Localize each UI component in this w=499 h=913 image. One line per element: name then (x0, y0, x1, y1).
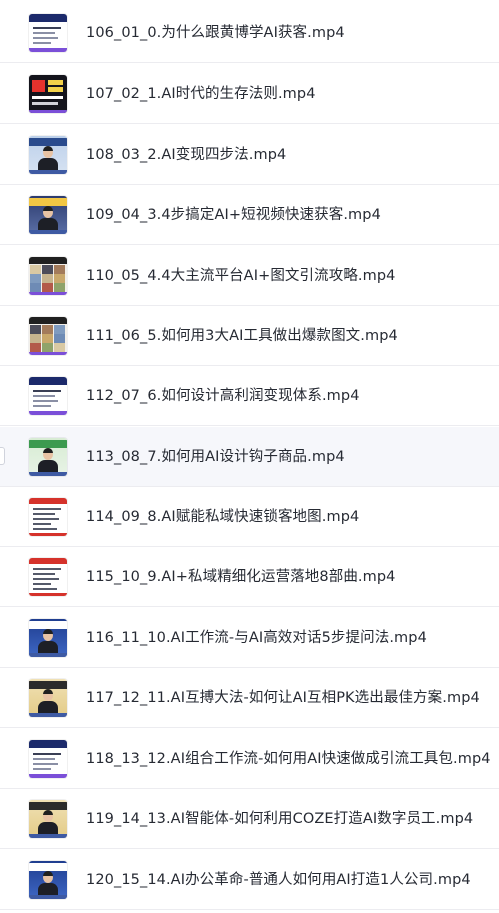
video-list-item[interactable]: 112_07_6.如何设计高利润变现体系.mp4 (0, 366, 499, 426)
video-list-item[interactable]: 117_12_11.AI互搏大法-如何让AI互相PK选出最佳方案.mp4 (0, 668, 499, 728)
video-thumbnail (29, 75, 67, 113)
video-thumbnail (29, 740, 67, 778)
video-list-item[interactable]: 119_14_13.AI智能体-如何利用COZE打造AI数字员工.mp4 (0, 789, 499, 849)
video-title: 110_05_4.4大主流平台AI+图文引流攻略.mp4 (86, 268, 396, 284)
video-title: 109_04_3.4步搞定AI+短视频快速获客.mp4 (86, 207, 381, 223)
video-thumbnail (29, 196, 67, 234)
video-title: 120_15_14.AI办公革命-普通人如何用AI打造1人公司.mp4 (86, 872, 471, 888)
video-thumbnail (29, 619, 67, 657)
video-title: 107_02_1.AI时代的生存法则.mp4 (86, 86, 316, 102)
video-title: 117_12_11.AI互搏大法-如何让AI互相PK选出最佳方案.mp4 (86, 690, 480, 706)
video-title: 113_08_7.如何用AI设计钩子商品.mp4 (86, 449, 345, 465)
video-list-item[interactable]: 114_09_8.AI赋能私域快速锁客地图.mp4 (0, 487, 499, 547)
video-list-item[interactable]: 113_08_7.如何用AI设计钩子商品.mp4 (0, 427, 499, 487)
video-title: 114_09_8.AI赋能私域快速锁客地图.mp4 (86, 509, 360, 525)
video-list-item[interactable]: 120_15_14.AI办公革命-普通人如何用AI打造1人公司.mp4 (0, 850, 499, 910)
video-thumbnail (29, 498, 67, 536)
video-list-item[interactable]: 110_05_4.4大主流平台AI+图文引流攻略.mp4 (0, 246, 499, 306)
video-file-list: 106_01_0.为什么跟黄博学AI获客.mp4 107_02_1.AI时代的生存… (0, 0, 499, 913)
video-title: 111_06_5.如何用3大AI工具做出爆款图文.mp4 (86, 328, 398, 344)
video-title: 116_11_10.AI工作流-与AI高效对话5步提问法.mp4 (86, 630, 427, 646)
video-title: 118_13_12.AI组合工作流-如何用AI快速做成引流工具包.mp4 (86, 751, 491, 767)
video-list-item[interactable]: 116_11_10.AI工作流-与AI高效对话5步提问法.mp4 (0, 608, 499, 668)
video-thumbnail (29, 438, 67, 476)
video-list-item[interactable]: 106_01_0.为什么跟黄博学AI获客.mp4 (0, 3, 499, 63)
video-list-item[interactable]: 115_10_9.AI+私域精细化运营落地8部曲.mp4 (0, 547, 499, 607)
video-list-item[interactable]: 118_13_12.AI组合工作流-如何用AI快速做成引流工具包.mp4 (0, 729, 499, 789)
video-title: 108_03_2.AI变现四步法.mp4 (86, 147, 287, 163)
video-thumbnail (29, 317, 67, 355)
video-list-item[interactable]: 111_06_5.如何用3大AI工具做出爆款图文.mp4 (0, 306, 499, 366)
video-thumbnail (29, 800, 67, 838)
video-list-item[interactable]: 108_03_2.AI变现四步法.mp4 (0, 125, 499, 185)
video-title: 119_14_13.AI智能体-如何利用COZE打造AI数字员工.mp4 (86, 811, 474, 827)
video-thumbnail (29, 377, 67, 415)
video-thumbnail (29, 679, 67, 717)
video-thumbnail (29, 136, 67, 174)
video-list-item[interactable]: 109_04_3.4步搞定AI+短视频快速获客.mp4 (0, 185, 499, 245)
video-list-item[interactable]: 107_02_1.AI时代的生存法则.mp4 (0, 64, 499, 124)
current-item-marker (0, 447, 5, 465)
video-title: 106_01_0.为什么跟黄博学AI获客.mp4 (86, 25, 345, 41)
video-thumbnail (29, 558, 67, 596)
video-thumbnail (29, 257, 67, 295)
video-thumbnail (29, 861, 67, 899)
video-title: 115_10_9.AI+私域精细化运营落地8部曲.mp4 (86, 569, 396, 585)
video-title: 112_07_6.如何设计高利润变现体系.mp4 (86, 388, 360, 404)
video-thumbnail (29, 14, 67, 52)
